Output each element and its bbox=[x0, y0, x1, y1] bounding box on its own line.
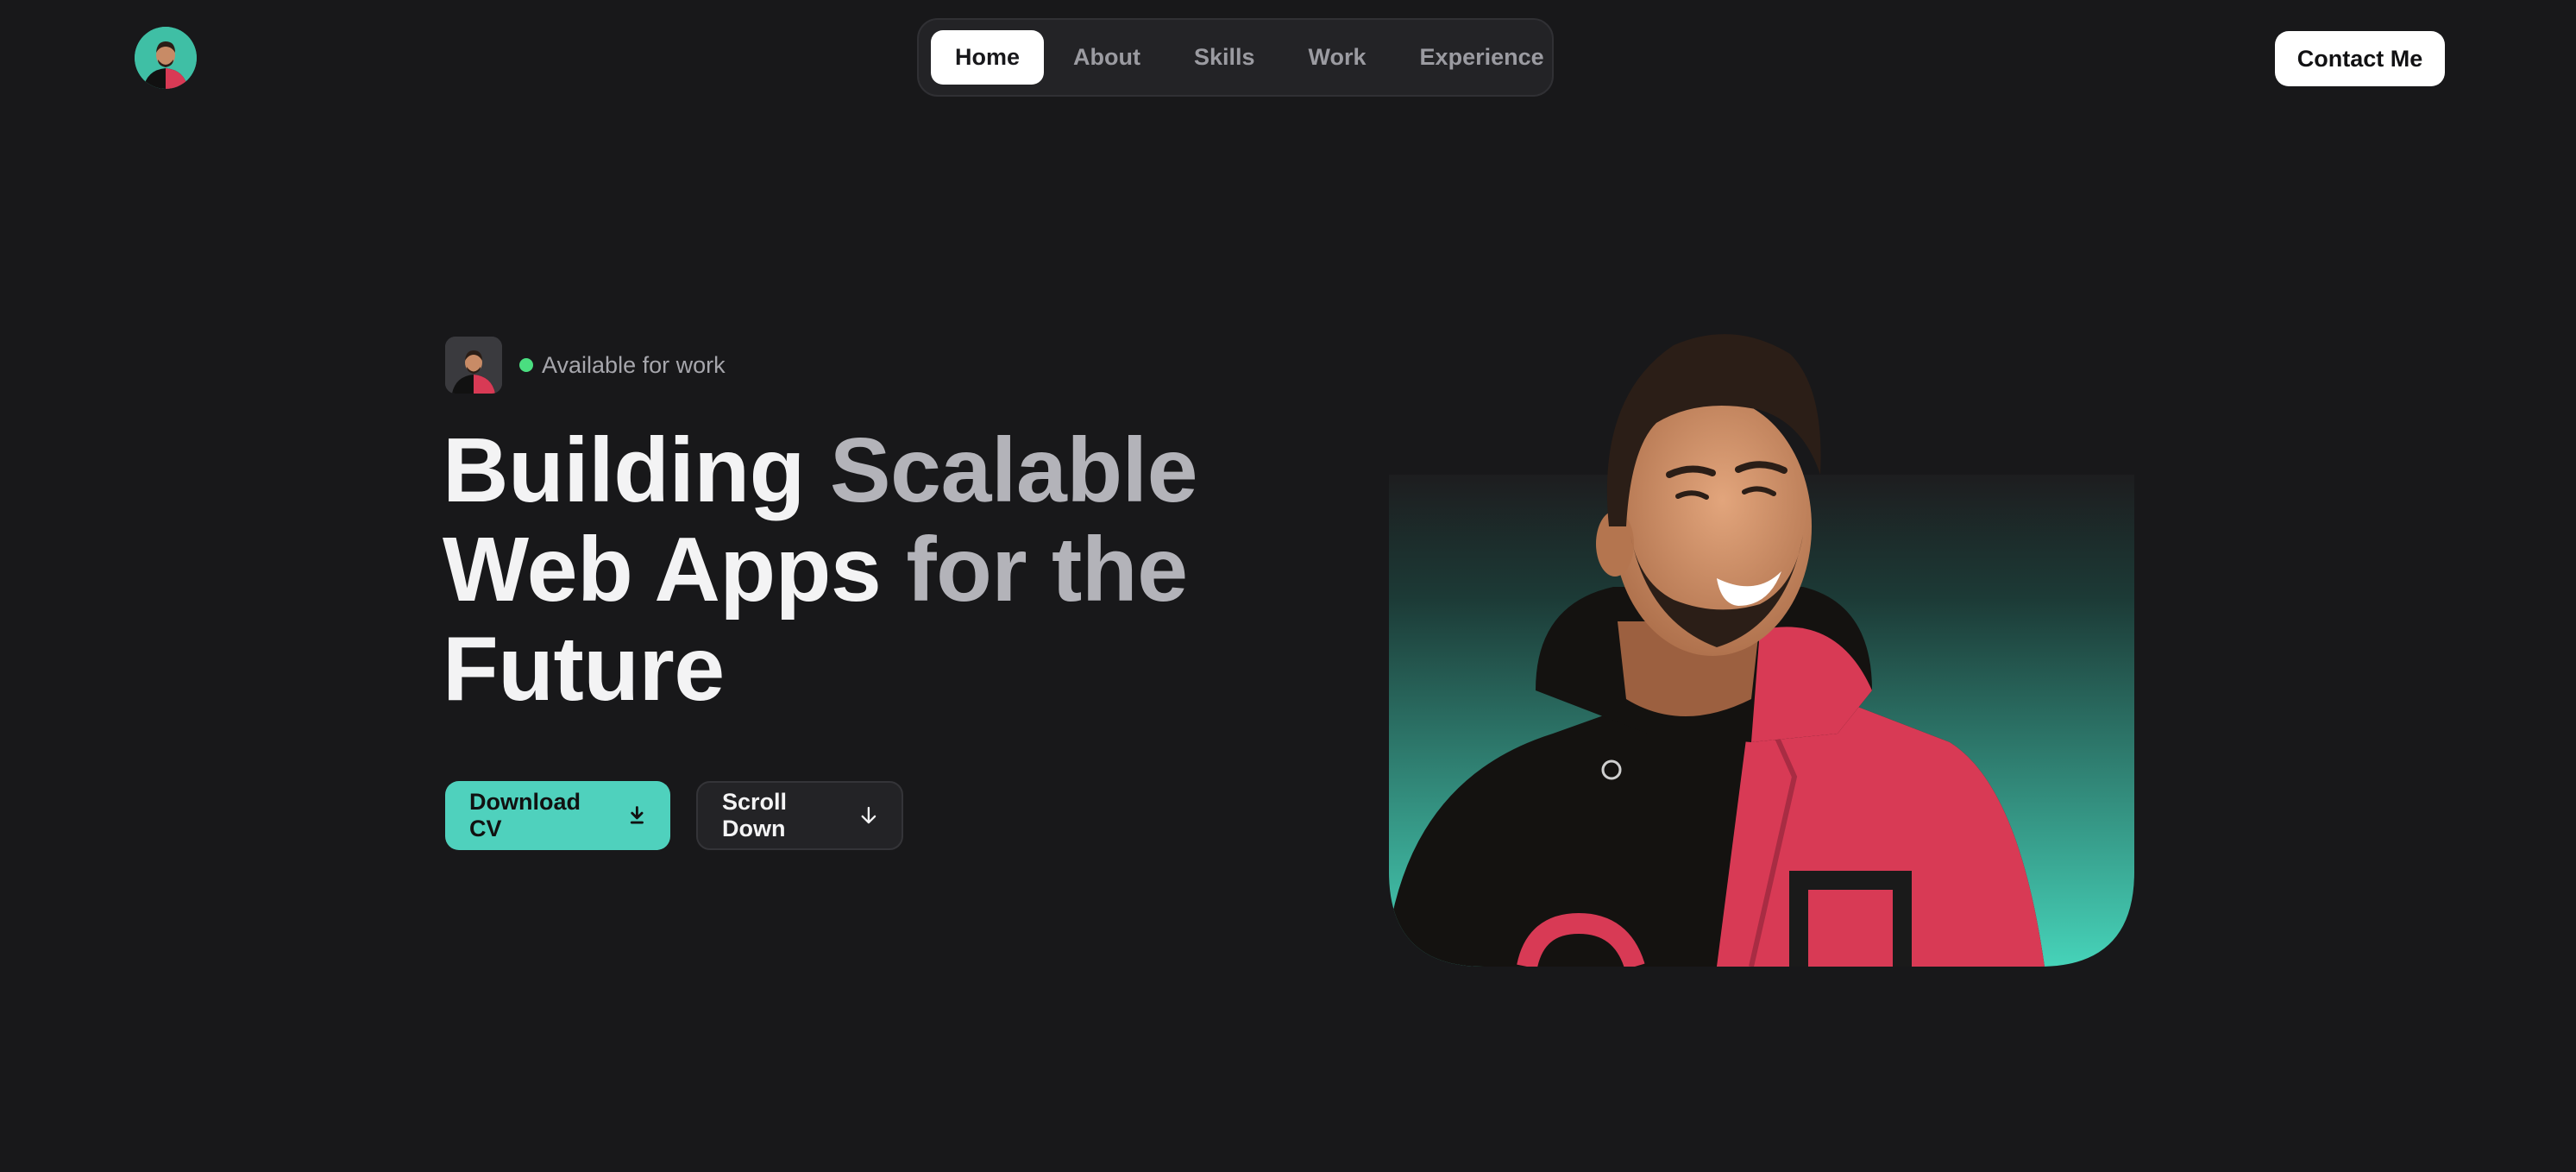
availability-status: Available for work bbox=[445, 337, 726, 394]
nav-item-experience[interactable]: Experience bbox=[1396, 30, 1568, 85]
arrow-down-icon bbox=[861, 806, 876, 824]
scroll-down-label: Scroll Down bbox=[722, 789, 788, 841]
avatar-portrait-icon bbox=[135, 27, 197, 89]
contact-button[interactable]: Contact Me bbox=[2275, 31, 2445, 86]
nav-item-about[interactable]: About bbox=[1049, 30, 1165, 85]
nav-item-home[interactable]: Home bbox=[931, 30, 1045, 85]
main-nav: Home About Skills Work Experience bbox=[917, 18, 1554, 97]
hero-portrait-photo bbox=[1389, 328, 2134, 967]
portrait-illustration bbox=[1389, 334, 2134, 967]
avatar-portrait-icon bbox=[445, 337, 502, 394]
hero-actions: Download CV Scroll Down bbox=[445, 781, 903, 850]
status-dot-icon bbox=[519, 358, 533, 372]
headline-line-2: Web Apps for the bbox=[443, 519, 1188, 621]
hero-headline: Building Scalable Web Apps for the Futur… bbox=[443, 419, 1198, 720]
headline-line-3: Future bbox=[443, 618, 725, 720]
download-cv-label: Download CV bbox=[469, 789, 581, 841]
logo-avatar[interactable] bbox=[135, 27, 197, 89]
avatar bbox=[445, 337, 502, 394]
scroll-down-button[interactable]: Scroll Down bbox=[696, 781, 903, 850]
nav-item-skills[interactable]: Skills bbox=[1170, 30, 1279, 85]
download-cv-button[interactable]: Download CV bbox=[445, 781, 670, 850]
status-label: Available for work bbox=[542, 351, 726, 378]
download-icon bbox=[631, 806, 644, 824]
headline-line-1: Building Scalable bbox=[443, 419, 1198, 521]
nav-item-work[interactable]: Work bbox=[1285, 30, 1391, 85]
